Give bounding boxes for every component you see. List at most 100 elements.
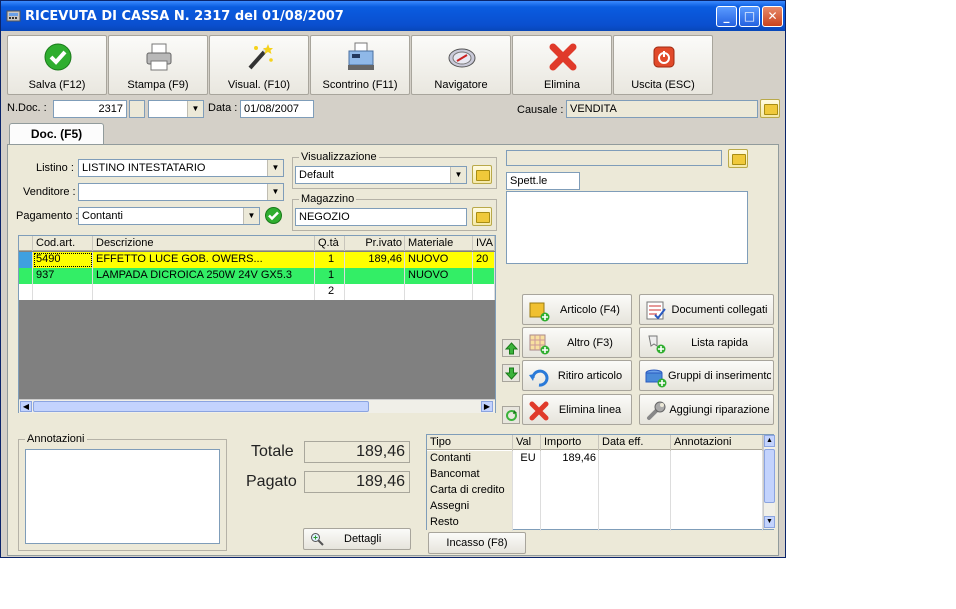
cell-iva[interactable] — [473, 268, 495, 284]
cell-importo[interactable] — [541, 515, 599, 531]
grid-header-descrizione[interactable]: Descrizione — [93, 236, 315, 251]
cell-materiale[interactable] — [405, 284, 473, 300]
cell-privato[interactable] — [345, 284, 405, 300]
causale-field[interactable]: VENDITA — [566, 100, 758, 118]
cell-annotazioni[interactable] — [671, 483, 763, 499]
venditore-select[interactable]: ▼ — [78, 183, 284, 201]
minimize-button[interactable]: _ — [716, 6, 737, 27]
cell-val[interactable] — [513, 499, 541, 515]
ndoc-suffix-button[interactable] — [129, 100, 145, 118]
notes-textarea[interactable] — [25, 449, 220, 544]
cell-data[interactable] — [599, 515, 671, 531]
payment-row[interactable]: Resto — [427, 515, 763, 531]
cell-importo[interactable] — [541, 467, 599, 483]
title-bar[interactable]: RICEVUTA DI CASSA N. 2317 del 01/08/2007… — [1, 1, 785, 31]
payment-row[interactable]: Contanti EU 189,46 — [427, 451, 763, 467]
payments-header-annotazioni[interactable]: Annotazioni — [671, 435, 763, 451]
scroll-thumb[interactable] — [33, 401, 369, 412]
table-row[interactable]: 2 — [19, 284, 495, 300]
address-box[interactable] — [506, 191, 748, 264]
incasso-button[interactable]: Incasso (F8) — [428, 532, 526, 554]
series-select[interactable]: ▼ — [148, 100, 204, 118]
payments-grid[interactable]: Tipo Val Importo Data eff. Annotazioni C… — [426, 434, 775, 531]
cell-descrizione[interactable]: LAMPADA DICROICA 250W 24V GX5.3 — [93, 268, 315, 284]
scroll-left-icon[interactable]: ◀ — [20, 401, 32, 412]
grid-header-materiale[interactable]: Materiale — [405, 236, 473, 251]
print-button[interactable]: Stampa (F9) — [108, 35, 208, 95]
tab-doc[interactable]: Doc. (F5) — [9, 123, 104, 145]
cell-iva[interactable] — [473, 284, 495, 300]
payments-header-tipo[interactable]: Tipo — [427, 435, 513, 451]
cell-importo[interactable] — [541, 499, 599, 515]
grid-header-qta[interactable]: Q.tà — [315, 236, 345, 251]
cell-data[interactable] — [599, 483, 671, 499]
cell-codart[interactable]: 5490 — [33, 252, 93, 268]
exit-button[interactable]: Uscita (ESC) — [613, 35, 713, 95]
cell-data[interactable] — [599, 499, 671, 515]
payment-row[interactable]: Bancomat — [427, 467, 763, 483]
delete-line-button[interactable]: Elimina linea — [522, 394, 632, 425]
magazzino-field[interactable]: NEGOZIO — [295, 208, 467, 226]
folder-icon[interactable] — [728, 149, 748, 168]
quick-list-button[interactable]: Lista rapida — [639, 327, 774, 358]
grid-hscrollbar[interactable]: ◀ ▶ — [19, 399, 495, 413]
cell-data[interactable] — [599, 451, 671, 467]
cell-val[interactable]: EU — [513, 451, 541, 467]
cell-annotazioni[interactable] — [671, 499, 763, 515]
cell-descrizione[interactable]: EFFETTO LUCE GOB. OWERS... — [93, 252, 315, 268]
payments-header-importo[interactable]: Importo — [541, 435, 599, 451]
add-other-button[interactable]: Altro (F3) — [522, 327, 632, 358]
cell-data[interactable] — [599, 467, 671, 483]
pagamento-select[interactable]: Contanti ▼ — [78, 207, 260, 225]
cell-val[interactable] — [513, 515, 541, 531]
scroll-up-icon[interactable]: ▲ — [764, 435, 775, 447]
confirm-check-icon[interactable] — [264, 206, 283, 225]
cell-val[interactable] — [513, 483, 541, 499]
table-row[interactable]: 5490 EFFETTO LUCE GOB. OWERS... 1 189,46… — [19, 252, 495, 268]
cell-annotazioni[interactable] — [671, 467, 763, 483]
receipt-button[interactable]: Scontrino (F11) — [310, 35, 410, 95]
grid-header-privato[interactable]: Pr.ivato — [345, 236, 405, 251]
scroll-down-icon[interactable]: ▼ — [764, 516, 775, 528]
payment-row[interactable]: Assegni — [427, 499, 763, 515]
navigator-button[interactable]: Navigatore — [411, 35, 511, 95]
folder-icon[interactable] — [472, 207, 492, 226]
cell-annotazioni[interactable] — [671, 451, 763, 467]
cell-descrizione[interactable] — [93, 284, 315, 300]
payments-header-data[interactable]: Data eff. — [599, 435, 671, 451]
linked-docs-button[interactable]: Documenti collegati — [639, 294, 774, 325]
return-article-button[interactable]: Ritiro articolo — [522, 360, 632, 391]
add-repair-button[interactable]: Aggiungi riparazione — [639, 394, 774, 425]
cell-privato[interactable]: 189,46 — [345, 252, 405, 268]
cell-codart[interactable]: 937 — [33, 268, 93, 284]
cell-iva[interactable]: 20 — [473, 252, 495, 268]
cell-importo[interactable]: 189,46 — [541, 451, 599, 467]
cell-codart[interactable] — [33, 284, 93, 300]
refresh-button[interactable] — [502, 406, 520, 424]
save-button[interactable]: Salva (F12) — [7, 35, 107, 95]
insert-groups-button[interactable]: Gruppi di inserimento — [639, 360, 774, 391]
maximize-button[interactable]: □ — [739, 6, 760, 27]
payments-vscrollbar[interactable]: ▲ ▼ — [763, 435, 775, 529]
cell-privato[interactable] — [345, 268, 405, 284]
cell-qta[interactable]: 1 — [315, 252, 345, 268]
cliente-field[interactable] — [506, 150, 722, 166]
grid-header-codart[interactable]: Cod.art. — [33, 236, 93, 251]
move-up-button[interactable] — [502, 339, 520, 357]
cell-importo[interactable] — [541, 483, 599, 499]
folder-icon[interactable] — [472, 165, 492, 184]
listino-select[interactable]: LISTINO INTESTATARIO ▼ — [78, 159, 284, 177]
move-down-button[interactable] — [502, 364, 520, 382]
date-input[interactable]: 01/08/2007 — [240, 100, 314, 118]
cell-annotazioni[interactable] — [671, 515, 763, 531]
delete-button[interactable]: Elimina — [512, 35, 612, 95]
cell-qta[interactable]: 2 — [315, 284, 345, 300]
cell-qta[interactable]: 1 — [315, 268, 345, 284]
add-article-button[interactable]: Articolo (F4) — [522, 294, 632, 325]
cell-val[interactable] — [513, 467, 541, 483]
articles-grid[interactable]: Cod.art. Descrizione Q.tà Pr.ivato Mater… — [18, 235, 496, 413]
cell-materiale[interactable]: NUOVO — [405, 252, 473, 268]
cell-materiale[interactable]: NUOVO — [405, 268, 473, 284]
payment-row[interactable]: Carta di credito — [427, 483, 763, 499]
grid-header-iva[interactable]: IVA — [473, 236, 495, 251]
